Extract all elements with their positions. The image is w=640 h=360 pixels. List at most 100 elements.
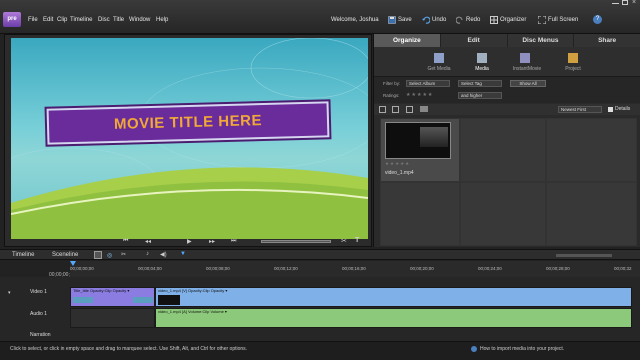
zoom-slider[interactable] [556,254,612,257]
empty-audio-region [70,308,155,328]
play-icon[interactable]: ▶ [187,238,192,245]
details-checkbox[interactable] [608,107,613,112]
media-thumbnail[interactable] [385,122,451,159]
help-icon[interactable]: ? [593,15,602,24]
project-icon [568,53,578,63]
organize-subnav: Get Media Media InstantMovie Project [374,47,640,77]
menu-window[interactable]: Window [129,17,150,23]
tasks-panel: Organize Edit Disc Menus Share Get Media… [373,34,640,247]
track-narration[interactable]: Narration [30,332,51,338]
goto-start-icon[interactable]: ⏮ [123,238,128,245]
smart-fix-icon[interactable]: ◎ [107,252,112,259]
step-forward-icon[interactable]: ▸▸ [209,238,215,245]
details-label: Details [615,106,631,112]
organizer-button[interactable]: Organizer [490,15,526,25]
media-item[interactable]: ★★★★★ video_1.mp4 [380,118,460,182]
folder-icon[interactable] [420,106,428,112]
preview-monitor: MOVIE TITLE HERE 00;00;00;00 ⏮ ◂◂ ▶ ▸▸ ⏭… [4,34,373,278]
audio-clip[interactable]: video_1.mp4 [A] Volume:Clip Volume ▾ [155,308,632,328]
video-clip-label: video_1.mp4 [V] Opacity:Clip Opacity ▾ [158,288,228,293]
media-icon [477,53,487,63]
subnav-media[interactable]: Media [467,66,497,72]
audio-clip-label: video_1.mp4 [A] Volume:Clip Volume ▾ [158,309,227,314]
maximize-icon[interactable] [622,0,628,5]
minimize-icon[interactable] [612,3,619,4]
video-clip[interactable]: video_1.mp4 [V] Opacity:Clip Opacity ▾ [155,287,632,307]
marker-icon[interactable]: ▼ [180,251,186,257]
track-toggle-icon[interactable]: ▾ [8,290,11,296]
menu-timeline[interactable]: Timeline [70,17,92,23]
text-tool-icon[interactable]: T [355,237,359,244]
save-button[interactable]: Save [388,15,412,25]
rating-threshold-dropdown[interactable]: and higher [458,92,502,99]
track-video-1[interactable]: Video 1 [30,289,47,295]
ruler-tick: 00;00;04;00 [138,266,162,271]
redo-button[interactable]: Redo [455,15,480,25]
goto-end-icon[interactable]: ⏭ [231,238,236,245]
media-grid-cell [460,118,546,182]
menu-file[interactable]: File [28,17,38,23]
clip-thumbnail [158,295,180,305]
volume-icon[interactable]: ◀) [160,251,167,258]
organizer-icon [490,16,498,24]
select-tag-dropdown[interactable]: Select Tag [458,80,502,87]
view-icon[interactable] [379,106,386,113]
fullscreen-icon [537,15,547,25]
title-clip[interactable]: Title_title Opacity:Clip Opacity ▾ [70,287,155,307]
subnav-project[interactable]: Project [558,66,588,72]
menu-edit[interactable]: Edit [43,17,53,23]
fullscreen-button[interactable]: Full Screen [537,15,579,25]
timeline-tracks: ▾ Video 1 Audio 1 Narration Title_title … [0,277,640,341]
menu-clip[interactable]: Clip [57,17,67,23]
sort-dropdown[interactable]: Newest First [558,106,602,113]
ruler-tick: 00;00;12;00 [274,266,298,271]
current-time-indicator[interactable] [70,261,76,266]
step-back-icon[interactable]: ◂◂ [145,238,151,245]
select-album-dropdown[interactable]: Select Album [406,80,450,87]
save-icon [388,16,396,24]
menu-disc[interactable]: Disc [98,17,110,23]
close-icon[interactable]: × [632,0,636,6]
tab-share[interactable]: Share [574,34,640,47]
tab-organize[interactable]: Organize [374,34,441,47]
subnav-get-media[interactable]: Get Media [424,66,454,72]
transport-controls: ⏮ ◂◂ ▶ ▸▸ ⏭ ✂ T [123,237,373,246]
app-window: pre File Edit Clip Timeline Disc Title W… [0,0,640,360]
tab-timeline[interactable]: Timeline [12,252,34,258]
music-icon[interactable]: ♪ [146,251,149,257]
show-all-button[interactable]: Show All [510,80,546,87]
ruler-tick: 00;00;24;00 [478,266,502,271]
filter-bar: Filter by: Select Album Select Tag Show … [374,77,640,103]
scissors-icon[interactable]: ✂ [121,251,126,258]
filter-by-label: Filter by: [383,81,401,86]
split-clip-icon[interactable]: ✂ [341,237,347,245]
movie-title-text[interactable]: MOVIE TITLE HERE [49,103,328,142]
media-grid-cell [460,182,546,246]
back-icon[interactable] [392,106,399,113]
menu-title[interactable]: Title [113,17,124,23]
status-tip-link[interactable]: How to import media into your project. [480,346,564,352]
undo-icon [422,16,431,24]
ruler-tick: 00;00;00;00 [70,266,94,271]
title-banner[interactable]: MOVIE TITLE HERE [46,101,330,145]
menu-help[interactable]: Help [156,17,168,23]
tab-disc-menus[interactable]: Disc Menus [508,34,575,47]
ruler-tick: 00;00;28;00 [546,266,570,271]
subnav-instantmovie[interactable]: InstantMovie [510,66,544,72]
clip-thumbnail [133,297,153,303]
status-bar: Click to select, or click in empty space… [0,341,640,360]
selection-tool-icon[interactable] [94,251,102,259]
undo-button[interactable]: Undo [422,15,446,25]
tab-edit[interactable]: Edit [441,34,508,47]
shuttle-slider[interactable] [261,240,331,243]
rating-stars[interactable]: ★★★★★ [406,92,433,98]
track-audio-1[interactable]: Audio 1 [30,311,47,317]
fullscreen-label: Full Screen [548,17,579,23]
delete-icon[interactable] [406,106,413,113]
preview-stage[interactable]: MOVIE TITLE HERE [11,38,368,239]
tab-sceneline[interactable]: Sceneline [52,252,78,258]
media-item-stars[interactable]: ★★★★★ [385,161,410,167]
panel-tabs: Organize Edit Disc Menus Share [374,34,640,47]
timeline-ruler[interactable]: 00;00;00;00 00;00;04;00 00;00;08;00 00;0… [70,261,640,277]
instant-movie-icon [520,53,530,63]
